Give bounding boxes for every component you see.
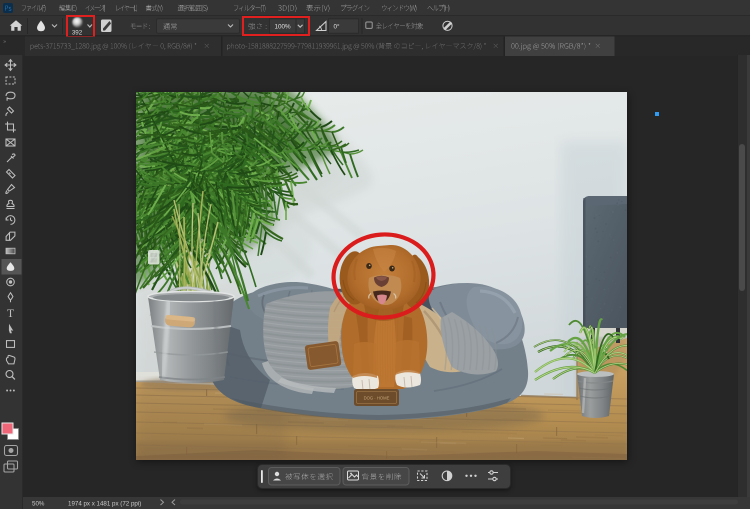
svg-text:50%: 50% <box>32 500 45 507</box>
svg-text:1974 px x 1481 px (72 ppi): 1974 px x 1481 px (72 ppi) <box>68 500 141 507</box>
svg-text:DOG · HOME: DOG · HOME <box>364 396 390 401</box>
svg-text:T: T <box>7 308 14 320</box>
svg-text:0°: 0° <box>334 23 341 31</box>
